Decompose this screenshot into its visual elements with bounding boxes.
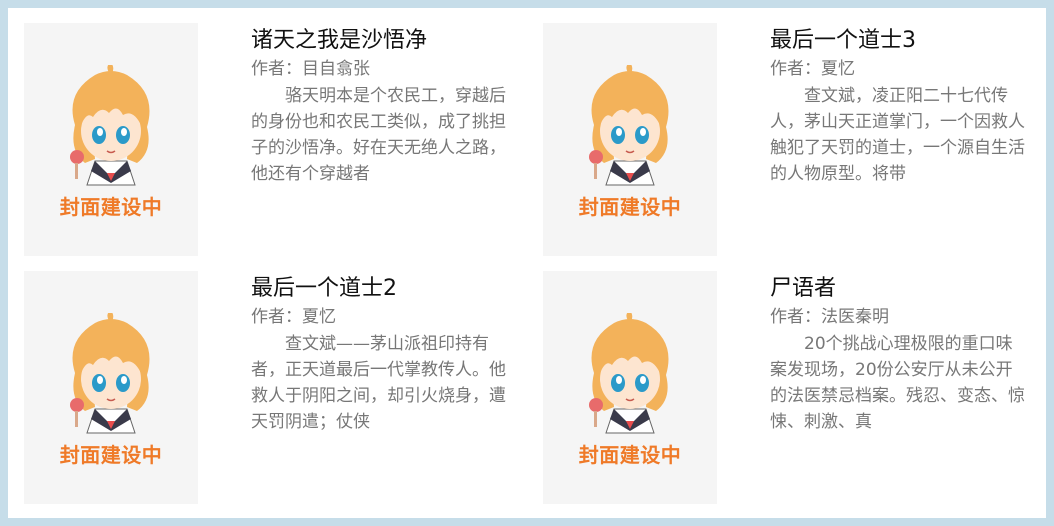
cover-placeholder-label: 封面建设中 bbox=[578, 195, 682, 219]
book-title-link[interactable]: 最后一个道士2 bbox=[251, 275, 509, 303]
book-title-link[interactable]: 最后一个道士3 bbox=[770, 27, 1028, 55]
book-list-panel: 封面建设中 诸天之我是沙悟净 作者：目自翕张 骆天明本是个农民工，穿越后的身份也… bbox=[0, 0, 1054, 526]
book-info: 最后一个道士2 作者：夏忆 查文斌——茅山派祖印持有者，正天道最后一代掌教传人。… bbox=[251, 275, 509, 435]
book-author: 作者：目自翕张 bbox=[251, 59, 370, 79]
cover-placeholder-label: 封面建设中 bbox=[59, 195, 163, 219]
book-cover[interactable]: 封面建设中 bbox=[24, 271, 198, 504]
cover-placeholder-label: 封面建设中 bbox=[59, 443, 163, 467]
book-description: 查文斌，凌正阳二十七代传人，茅山天正道掌门，一个因救人触犯了天罚的道士，一个源自… bbox=[770, 86, 1025, 184]
book-info: 最后一个道士3 作者：夏忆 查文斌，凌正阳二十七代传人，茅山天正道掌门，一个因救… bbox=[770, 27, 1028, 187]
anime-girl-placeholder-icon bbox=[70, 313, 150, 434]
book-info: 尸语者 作者：法医秦明 20个挑战心理极限的重口味案发现场，20份公安厅从未公开… bbox=[770, 275, 1028, 435]
anime-girl-placeholder-icon bbox=[70, 65, 150, 186]
anime-girl-placeholder-icon bbox=[589, 313, 669, 434]
book-author: 作者：法医秦明 bbox=[770, 307, 889, 327]
book-author: 作者：夏忆 bbox=[770, 59, 855, 79]
cover-placeholder-label: 封面建设中 bbox=[578, 443, 682, 467]
anime-girl-placeholder-icon bbox=[589, 65, 669, 186]
book-cover[interactable]: 封面建设中 bbox=[543, 23, 717, 256]
book-description: 查文斌——茅山派祖印持有者，正天道最后一代掌教传人。他救人于阴阳之间，却引火烧身… bbox=[251, 334, 506, 432]
book-card: 封面建设中 最后一个道士3 作者：夏忆 查文斌，凌正阳二十七代传人，茅山天正道掌… bbox=[543, 23, 1033, 257]
book-cover[interactable]: 封面建设中 bbox=[24, 23, 198, 256]
book-cover[interactable]: 封面建设中 bbox=[543, 271, 717, 504]
book-author: 作者：夏忆 bbox=[251, 307, 336, 327]
book-title-link[interactable]: 诸天之我是沙悟净 bbox=[251, 27, 509, 55]
book-card: 封面建设中 尸语者 作者：法医秦明 20个挑战心理极限的重口味案发现场，20份公… bbox=[543, 271, 1033, 505]
book-card: 封面建设中 最后一个道士2 作者：夏忆 查文斌——茅山派祖印持有者，正天道最后一… bbox=[24, 271, 514, 505]
book-info: 诸天之我是沙悟净 作者：目自翕张 骆天明本是个农民工，穿越后的身份也和农民工类似… bbox=[251, 27, 509, 187]
book-description: 20个挑战心理极限的重口味案发现场，20份公安厅从未公开的法医禁忌档案。残忍、变… bbox=[770, 334, 1025, 432]
book-card: 封面建设中 诸天之我是沙悟净 作者：目自翕张 骆天明本是个农民工，穿越后的身份也… bbox=[24, 23, 514, 257]
book-description: 骆天明本是个农民工，穿越后的身份也和农民工类似，成了挑担子的沙悟净。好在天无绝人… bbox=[251, 86, 506, 184]
book-title-link[interactable]: 尸语者 bbox=[770, 275, 1028, 303]
